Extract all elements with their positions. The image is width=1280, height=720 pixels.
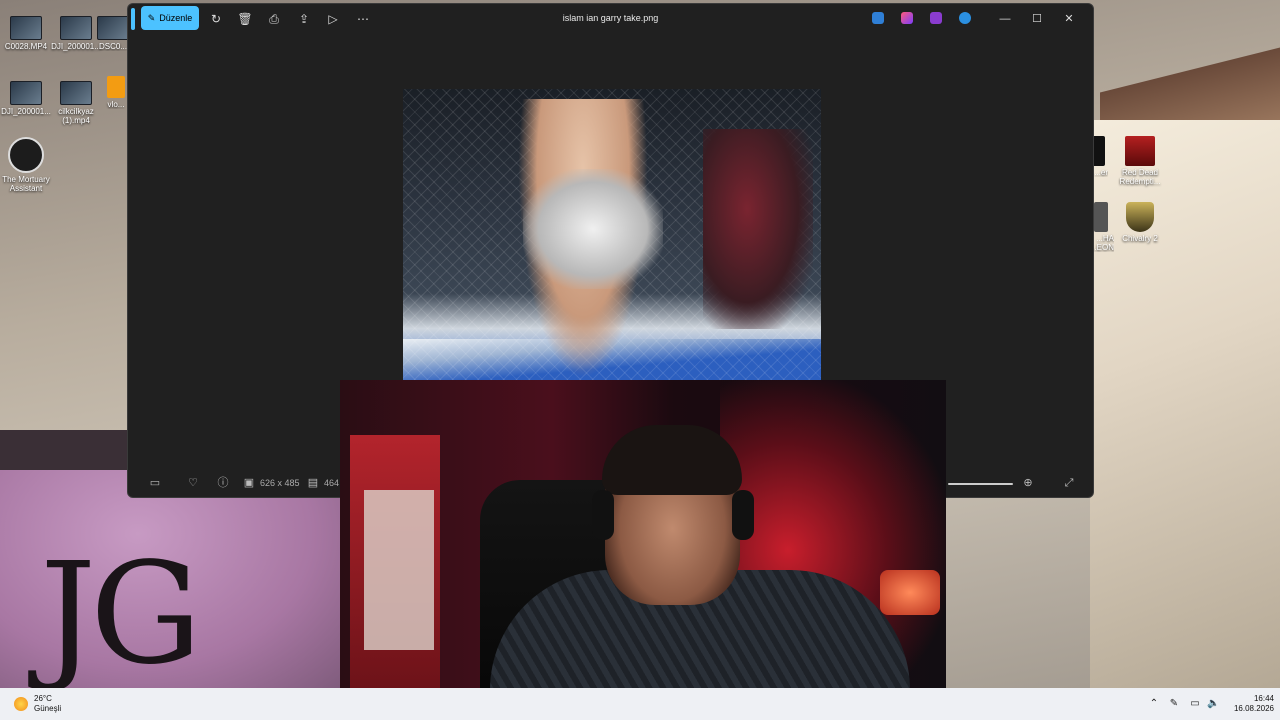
image-dimensions: 626 x 485 (260, 478, 300, 488)
clock-date: 16.08.2026 (1233, 704, 1274, 713)
headset-icon (732, 490, 754, 540)
vlc-icon (107, 76, 125, 98)
network-icon[interactable]: ▭ (1189, 698, 1201, 710)
taskbar-clock[interactable]: 16:44 16.08.2026 (1226, 694, 1274, 714)
desktop-icon-chivalry[interactable]: Chivalry 2 (1114, 202, 1166, 243)
onedrive-icon[interactable] (959, 12, 971, 24)
title-bar: ✎ Düzenle ↻ 🗑 ⎙ ⇪ ▷ ⋯ islam ian garry ta… (128, 4, 1093, 34)
window-title: islam ian garry take.png (562, 13, 659, 23)
filmstrip-icon[interactable]: ▭ (148, 476, 162, 490)
file-size-icon: ▤ (307, 477, 319, 489)
clipchamp-icon[interactable] (930, 12, 942, 24)
photo-viewer-image[interactable] (403, 89, 821, 381)
video-file-icon (60, 16, 92, 40)
headset-icon (592, 490, 614, 540)
desktop-icon-label: DJI_200001... (1, 107, 51, 116)
desktop-icon-video[interactable]: DJI_200001... (0, 81, 52, 116)
wallpaper-shirt-print: JG (40, 533, 202, 696)
desktop-icon-label: DSC0... (98, 42, 127, 51)
desktop-icon-label: C0028.MP4 (4, 42, 48, 51)
video-file-icon (10, 81, 42, 105)
dimensions-icon: ▣ (243, 477, 255, 489)
fullscreen-icon[interactable]: ⤢ (1062, 476, 1076, 490)
desktop-icon-video[interactable]: DJI_200001... (50, 16, 102, 51)
desktop-icon-label: vlo... (107, 100, 125, 109)
webcam-lamp (880, 570, 940, 615)
clock-time: 16:44 (1253, 694, 1274, 703)
image-file-size: 464 (324, 478, 340, 488)
weather-condition: Güneşli (34, 704, 62, 713)
webcam-poster-photo (364, 490, 434, 650)
copilot-icon[interactable] (901, 12, 913, 24)
minimize-icon[interactable]: — (996, 11, 1014, 27)
desktop-icon-label: DJI_200001... (51, 42, 101, 51)
sun-icon[interactable] (14, 697, 28, 711)
desktop-icon-label: The Mortuary Assistant (2, 175, 50, 193)
weather-widget[interactable]: 26°C Güneşli (34, 694, 61, 714)
game-icon (1126, 202, 1154, 232)
desktop-icon-mortuary-assistant[interactable]: The Mortuary Assistant (0, 137, 52, 193)
webcam-person-hair (602, 425, 742, 495)
game-icon (1094, 202, 1108, 232)
taskbar: 26°C Güneşli ⌃ ✎ ▭ 🔈 16:44 16.08.2026 (0, 688, 1280, 720)
designer-icon[interactable] (872, 12, 884, 24)
maximize-icon[interactable]: ☐ (1028, 11, 1046, 27)
video-file-icon (60, 81, 92, 105)
desktop-icon-video[interactable]: C0028.MP4 (0, 16, 52, 51)
close-icon[interactable]: ✕ (1060, 11, 1078, 27)
weather-temp: 26°C (34, 694, 52, 703)
desktop-icon-red-dead[interactable]: Red Dead Redempti... (1114, 136, 1166, 186)
desktop-icon-label: Chivalry 2 (1122, 234, 1158, 243)
pen-icon[interactable]: ✎ (1168, 698, 1180, 710)
game-icon (1125, 136, 1155, 166)
game-icon (8, 137, 44, 173)
volume-icon[interactable]: 🔈 (1207, 698, 1219, 710)
desktop-icon-label: Red Dead Redempti... (1119, 168, 1161, 186)
chevron-up-icon[interactable]: ⌃ (1148, 698, 1160, 710)
desktop-icon-vlc[interactable]: vlo... (104, 76, 128, 109)
favorite-icon[interactable]: ♡ (186, 476, 200, 490)
desktop-icon-video[interactable]: cilkcilkyaz (1).mp4 (50, 81, 102, 125)
image-crowd (703, 129, 813, 329)
desktop-icon-label: ...er (1094, 168, 1108, 177)
image-fighter-shorts (523, 169, 663, 289)
video-file-icon (10, 16, 42, 40)
info-icon[interactable]: ⓘ (216, 476, 230, 490)
desktop-icon-label: cilkcilkyaz (1).mp4 (58, 107, 94, 125)
zoom-in-icon[interactable]: ⊕ (1021, 476, 1035, 490)
webcam-overlay (340, 380, 946, 720)
video-file-icon (97, 16, 129, 40)
zoom-slider[interactable] (948, 483, 1013, 485)
desktop-icon-video[interactable]: DSC0... (96, 16, 130, 51)
